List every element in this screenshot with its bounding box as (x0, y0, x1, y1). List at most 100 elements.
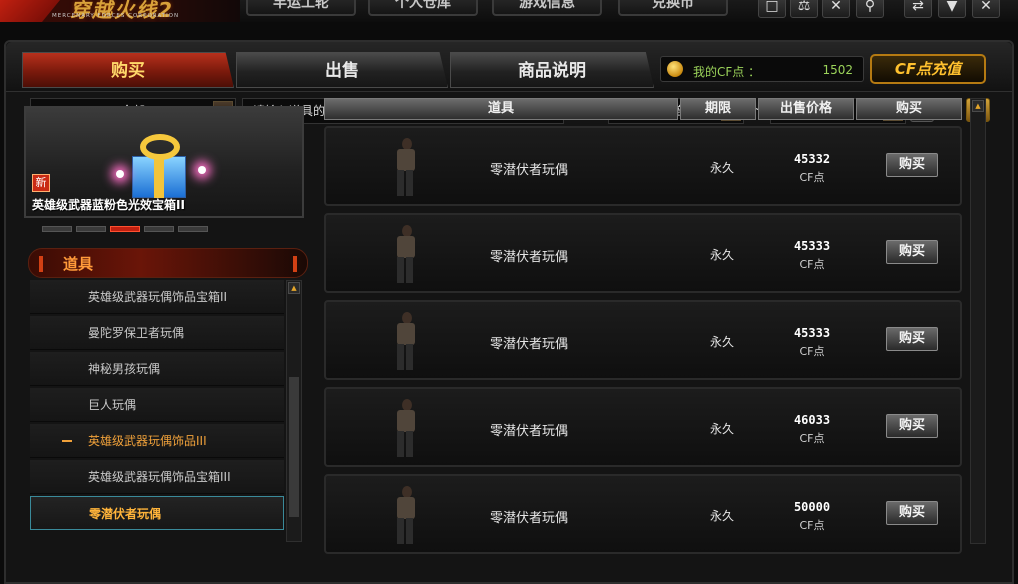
col-header-item: 道具 (324, 98, 678, 120)
list-item-label: 英雄级武器玩偶饰品宝箱III (88, 470, 231, 484)
buy-button[interactable]: 购买 (886, 327, 938, 351)
pager-dot[interactable] (76, 226, 106, 232)
new-badge: 新 (32, 174, 50, 192)
item-price: 45332 (793, 152, 831, 166)
recharge-button[interactable]: CF点充值 (870, 54, 986, 84)
logo-subtitle: MERCENARY FORCES CORPORATION (52, 13, 180, 19)
logo-emblem (0, 0, 60, 22)
item-period: 永久 (710, 248, 735, 262)
item-price: 50000 (793, 500, 831, 514)
featured-name: 英雄级武器蓝粉色光效宝箱II (32, 198, 185, 212)
item-period: 永久 (710, 335, 735, 349)
banner-pager (42, 226, 222, 234)
table-row: 零潜伏者玩偶 永久 46033 CF点 购买 (324, 387, 962, 467)
swap-icon[interactable]: ⇄ (904, 0, 932, 18)
pager-dot[interactable] (144, 226, 174, 232)
list-item[interactable]: 巨人玩偶 (30, 388, 284, 422)
balance-icon[interactable]: ⚖ (790, 0, 818, 18)
list-item-label: 巨人玩偶 (88, 398, 137, 412)
list-item-label: 零潜伏者玩偶 (89, 507, 162, 521)
category-header: 道具 (28, 248, 308, 278)
pager-dot[interactable] (42, 226, 72, 232)
col-header-buy: 购买 (856, 98, 962, 120)
item-price: 46033 (793, 413, 831, 427)
doll-icon (386, 395, 426, 461)
window-close-icon[interactable]: ✕ (972, 0, 1000, 18)
top-nav-2[interactable]: 个人仓库 (368, 0, 478, 16)
item-name: 零潜伏者玩偶 (490, 511, 569, 526)
list-item-selected[interactable]: 零潜伏者玩偶 (30, 496, 284, 530)
list-item-label: 英雄级武器玩偶饰品宝箱II (88, 290, 228, 304)
item-period: 永久 (710, 509, 735, 523)
item-name: 零潜伏者玩偶 (490, 424, 569, 439)
buy-button[interactable]: 购买 (886, 414, 938, 438)
dropdown-icon[interactable]: ▼ (938, 0, 966, 18)
pager-dot[interactable] (178, 226, 208, 232)
table-row: 零潜伏者玩偶 永久 45333 CF点 购买 (324, 300, 962, 380)
item-period: 永久 (710, 422, 735, 436)
col-header-price: 出售价格 (758, 98, 854, 120)
grip-icon (293, 256, 297, 272)
pager-dot-active[interactable] (110, 226, 140, 232)
top-nav-1[interactable]: 丰运工轮 (246, 0, 356, 16)
col-header-period: 期限 (680, 98, 756, 120)
table-row: 零潜伏者玩偶 永久 45333 CF点 购买 (324, 213, 962, 293)
circle-close-icon[interactable]: ✕ (822, 0, 850, 18)
item-name: 零潜伏者玩偶 (490, 250, 569, 265)
window-restore-icon[interactable]: □ (758, 0, 786, 18)
top-nav-4[interactable]: 兑换币 (618, 0, 728, 16)
item-period: 永久 (710, 161, 735, 175)
doll-icon (386, 308, 426, 374)
doll-icon (386, 134, 426, 200)
title-bar: 穿越火线2 MERCENARY FORCES CORPORATION 丰运工轮 … (0, 0, 1018, 22)
item-table: 道具 期限 出售价格 购买 零潜伏者玩偶 永久 45332 CF点 购买 零潜伏… (320, 96, 966, 554)
tab-description[interactable]: 商品说明 (450, 52, 654, 88)
buy-button[interactable]: 购买 (886, 153, 938, 177)
collapse-icon[interactable] (62, 440, 72, 442)
item-price: 45333 (793, 326, 831, 340)
gift-box-icon (114, 126, 206, 198)
filter-icon[interactable]: ⚲ (856, 0, 884, 18)
category-title: 道具 (63, 255, 94, 273)
buy-button[interactable]: 购买 (886, 240, 938, 264)
doll-icon (386, 221, 426, 287)
tab-buy[interactable]: 购买 (22, 52, 234, 88)
scroll-thumb[interactable] (289, 377, 299, 517)
table-row: 零潜伏者玩偶 永久 45332 CF点 购买 (324, 126, 962, 206)
list-item-label: 曼陀罗保卫者玩偶 (88, 326, 185, 340)
coin-icon (667, 61, 683, 77)
table-header: 道具 期限 出售价格 购买 (320, 98, 962, 120)
item-unit: CF点 (799, 519, 825, 532)
item-unit: CF点 (799, 258, 825, 271)
list-item[interactable]: 英雄级武器玩偶饰品宝箱II (30, 280, 284, 314)
item-price: 45333 (793, 239, 831, 253)
tab-sell[interactable]: 出售 (236, 52, 448, 88)
grip-icon (39, 256, 43, 272)
list-item-expanded[interactable]: 英雄级武器玩偶饰品III (30, 424, 284, 458)
cf-value: 1502 (822, 63, 853, 77)
featured-banner[interactable]: 新 英雄级武器蓝粉色光效宝箱II (24, 106, 304, 218)
left-column: 新 英雄级武器蓝粉色光效宝箱II 道具 英雄级武器玩偶饰品宝箱II 曼陀罗保卫者… (16, 102, 312, 542)
scroll-up-icon[interactable]: ▲ (288, 282, 300, 294)
tab-bar: 购买 出售 商品说明 我的CF点 ： 1502 CF点充值 (6, 42, 1012, 92)
item-unit: CF点 (799, 171, 825, 184)
item-name: 零潜伏者玩偶 (490, 163, 569, 178)
buy-button[interactable]: 购买 (886, 501, 938, 525)
top-nav-3[interactable]: 游戏信息 (492, 0, 602, 16)
category-list: 英雄级武器玩偶饰品宝箱II 曼陀罗保卫者玩偶 神秘男孩玩偶 巨人玩偶 英雄级武器… (30, 280, 284, 542)
doll-icon (386, 482, 426, 548)
item-name: 零潜伏者玩偶 (490, 337, 569, 352)
list-item-label: 神秘男孩玩偶 (88, 362, 161, 376)
item-unit: CF点 (799, 345, 825, 358)
cf-label: 我的CF点 ： (693, 65, 761, 79)
list-item[interactable]: 神秘男孩玩偶 (30, 352, 284, 386)
game-logo: 穿越火线2 MERCENARY FORCES CORPORATION (0, 0, 240, 22)
right-scrollbar[interactable]: ▲ (970, 98, 986, 544)
list-item[interactable]: 英雄级武器玩偶饰品宝箱III (30, 460, 284, 494)
table-row: 零潜伏者玩偶 永久 50000 CF点 购买 (324, 474, 962, 554)
list-item-label: 英雄级武器玩偶饰品III (88, 434, 207, 448)
scroll-up-icon[interactable]: ▲ (972, 100, 984, 112)
list-item[interactable]: 曼陀罗保卫者玩偶 (30, 316, 284, 350)
cf-balance: 我的CF点 ： 1502 (660, 56, 864, 82)
left-scrollbar[interactable]: ▲ (286, 280, 302, 542)
